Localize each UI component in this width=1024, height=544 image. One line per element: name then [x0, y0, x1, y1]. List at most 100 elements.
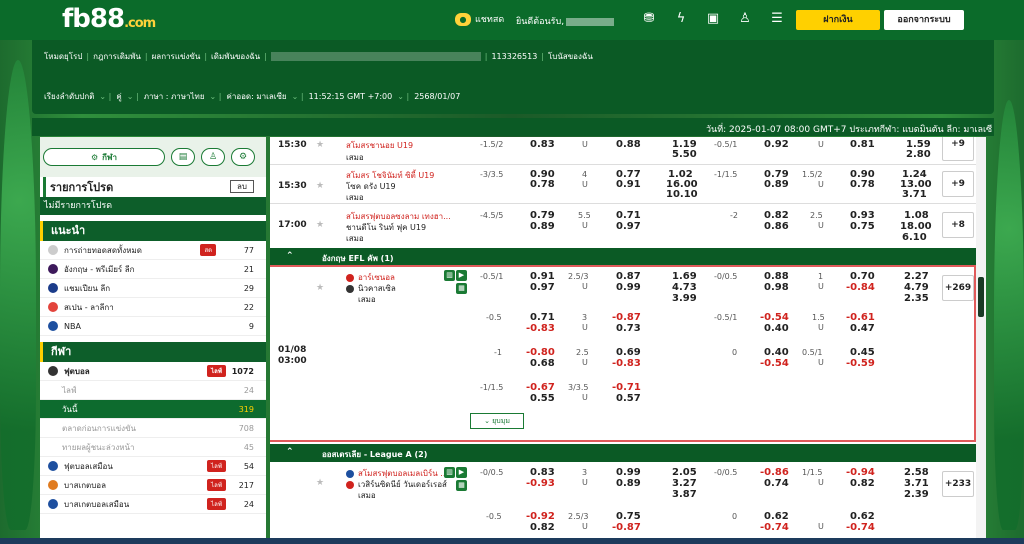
- play-icon[interactable]: ▶: [456, 270, 467, 281]
- star-icon[interactable]: ★: [316, 478, 324, 488]
- nav-results[interactable]: ผลการแข่งขัน: [152, 50, 201, 63]
- account-id: 113326513: [491, 52, 538, 61]
- sidebar: ⚙ กีฬา ▤ ♙ ⚙ รายการโปรด ลบ ไม่มีรายการโปรด…: [40, 137, 266, 544]
- background-player-left: [0, 60, 36, 530]
- more-markets-button[interactable]: +233: [942, 471, 974, 497]
- odds-table: 15:30 ★ สโมสรชานอย U19 เสมอ -1.5/2 0.83 …: [270, 137, 986, 544]
- chat-icon: ●: [455, 12, 471, 26]
- stats-icon[interactable]: ▥: [444, 270, 455, 281]
- field-icon[interactable]: ▦: [456, 283, 467, 294]
- sidebar-sub-outright[interactable]: ทายผลผู้ชนะล่วงหน้า 45: [40, 438, 266, 457]
- star-icon[interactable]: ★: [316, 283, 324, 293]
- match-row: 15:30 ★ สโมสรชานอย U19 เสมอ -1.5/2 0.83 …: [270, 137, 986, 164]
- star-icon[interactable]: ★: [316, 140, 324, 150]
- gear-icon: ⚙: [91, 152, 99, 162]
- promo-icon[interactable]: ▣: [704, 11, 722, 26]
- featured-match: 01/08 03:00 ★ อาร์เซนอล นิวคาสเซิล เสมอ …: [270, 267, 986, 443]
- calendar-icon[interactable]: ▤: [171, 148, 195, 166]
- user-icon[interactable]: ♙: [201, 148, 225, 166]
- collapse-button[interactable]: ⌄ ยุบมุม: [470, 413, 524, 429]
- odds-select[interactable]: ค่าออด: มาเลเซีย: [226, 90, 286, 103]
- sidebar-item-live[interactable]: การถ่ายทอดสดทั้งหมด สด 77: [40, 241, 266, 260]
- sidebar-item-virtual-basketball[interactable]: บาสเกตบอลเสมือน ไลฟ์ 24: [40, 495, 266, 514]
- logo[interactable]: fb88.com: [62, 4, 156, 34]
- sort-select[interactable]: เรียงลำดับปกติ: [44, 90, 94, 103]
- top-icons: ⛃ ϟ ▣ ♙ ☰: [640, 11, 786, 26]
- chevron-up-icon: ⌃: [286, 447, 294, 457]
- more-markets-button[interactable]: +269: [942, 275, 974, 301]
- nav-my-bets[interactable]: เดิมพันของฉัน: [211, 50, 260, 63]
- pair-select[interactable]: คู่: [116, 90, 121, 103]
- more-markets-button[interactable]: +8: [942, 212, 974, 238]
- background-player-right: [994, 100, 1024, 530]
- blurred-info: [270, 52, 481, 61]
- sidebar-item-nba[interactable]: NBA 9: [40, 317, 266, 336]
- champions-league-icon: [48, 283, 58, 293]
- star-icon[interactable]: ★: [316, 181, 324, 191]
- league-header-australia[interactable]: ⌃ ออสเตรเลีย - League A (2): [270, 444, 986, 462]
- sidebar-item-premier[interactable]: อังกฤษ - พรีเมียร์ ลีก 21: [40, 260, 266, 279]
- match-row: ★ สโมสรฟุตบอลเมลเบิร์น ... เวสิร์นซิดนีย…: [270, 463, 986, 503]
- tab-sports[interactable]: ⚙ กีฬา: [43, 148, 165, 166]
- sidebar-item-laliga[interactable]: สเปน - ลาลีกา 22: [40, 298, 266, 317]
- more-markets-button[interactable]: +9: [942, 171, 974, 197]
- live-chat-button[interactable]: ● แชทสด: [455, 12, 504, 26]
- taskbar: [0, 538, 1024, 544]
- virtual-basketball-icon: [48, 499, 58, 509]
- sidebar-tabs: ⚙ กีฬา ▤ ♙ ⚙: [40, 137, 266, 177]
- arsenal-crest-icon: [346, 273, 354, 282]
- play-icon[interactable]: ▶: [456, 467, 467, 478]
- top-bar: fb88.com ● แชทสด ยินดีต้อนรับ, ⛃ ϟ ▣ ♙ ☰…: [0, 0, 1024, 40]
- nav-europe[interactable]: โหมดยุโรป: [44, 50, 82, 63]
- melbourne-crest-icon: [346, 469, 354, 478]
- sidebar-item-basketball[interactable]: บาสเกตบอล ไลฟ์ 217: [40, 476, 266, 495]
- sidebar-sub-today[interactable]: วันนี้ 319: [40, 400, 266, 419]
- newcastle-crest-icon: [346, 284, 354, 293]
- premier-league-icon: [48, 264, 58, 274]
- sidebar-item-football[interactable]: ฟุตบอล ไลฟ์ 1072: [40, 362, 266, 381]
- wanderers-crest-icon: [346, 480, 354, 489]
- basketball-icon: [48, 480, 58, 490]
- virtual-football-icon: [48, 461, 58, 471]
- list-icon[interactable]: ☰: [768, 11, 786, 26]
- language-select[interactable]: ภาษา : ภาษาไทย: [144, 90, 205, 103]
- sidebar-item-virtual-football[interactable]: ฟุตบอลเสมือน ไลฟ์ 54: [40, 457, 266, 476]
- clear-button[interactable]: ลบ: [230, 180, 254, 193]
- settings-icon[interactable]: ⚙: [231, 148, 255, 166]
- sports-header: กีฬา: [40, 342, 266, 362]
- match-row: 17:00 ★ สโมสรฟุตบอลซงลาม เทงฮา... ชานดีโ…: [270, 204, 986, 246]
- date: 2568/01/07: [414, 92, 461, 101]
- coin-icon[interactable]: ⛃: [640, 11, 658, 26]
- nav-rules[interactable]: กฎการเดิมพัน: [93, 50, 141, 63]
- nav-panel: โหมดยุโรป | กฎการเดิมพัน | ผลการแข่งขัน | เ…: [32, 40, 994, 114]
- all-icon: [48, 245, 58, 255]
- sidebar-sub-prematch[interactable]: ตลาดก่อนการแข่งขัน 708: [40, 419, 266, 438]
- event-ticker: วันที่: 2025-01-07 08:00 GMT+7 ประเภทกีฬ…: [32, 118, 994, 136]
- settings-row: เรียงลำดับปกติ ⌄ | คู่ ⌄ | ภาษา : ภาษาไทย ⌄…: [44, 90, 461, 103]
- nav-row: โหมดยุโรป | กฎการเดิมพัน | ผลการแข่งขัน | เ…: [44, 50, 593, 63]
- field-icon[interactable]: ▦: [456, 480, 467, 491]
- match-row: 15:30 ★ สโมสร โชจินัมท์ ซิตี้ U19 โซค ดร…: [270, 165, 986, 203]
- nav-bonus[interactable]: โบนัสของฉัน: [548, 50, 593, 63]
- lightning-icon[interactable]: ϟ: [672, 11, 690, 26]
- clock: 11:52:15 GMT +7:00: [308, 92, 393, 101]
- welcome-text: ยินดีต้อนรับ,: [516, 14, 615, 28]
- chevron-up-icon: ⌃: [286, 251, 294, 261]
- favorites-header: รายการโปรด ลบ: [43, 177, 266, 197]
- more-markets-button[interactable]: +9: [942, 137, 974, 161]
- football-icon: [48, 366, 58, 376]
- favorites-empty: ไม่มีรายการโปรด: [40, 197, 266, 215]
- sidebar-sub-live[interactable]: ไลฟ์ 24: [40, 381, 266, 400]
- logout-button[interactable]: ออกจากระบบ: [884, 10, 964, 30]
- scrollbar[interactable]: [976, 137, 986, 544]
- deposit-button[interactable]: ฝากเงิน: [796, 10, 880, 30]
- user-icon[interactable]: ♙: [736, 11, 754, 26]
- laliga-icon: [48, 302, 58, 312]
- sidebar-item-champions[interactable]: แชมเปียน ลีก 29: [40, 279, 266, 298]
- recommend-header: แนะนำ: [40, 221, 266, 241]
- league-header-efl[interactable]: ⌃ อังกฤษ EFL คัพ (1): [270, 248, 986, 266]
- scrollbar-thumb[interactable]: [978, 277, 984, 317]
- star-icon[interactable]: ★: [316, 220, 324, 230]
- stats-icon[interactable]: ▥: [444, 467, 455, 478]
- chevron-down-icon: ⌄: [484, 417, 493, 425]
